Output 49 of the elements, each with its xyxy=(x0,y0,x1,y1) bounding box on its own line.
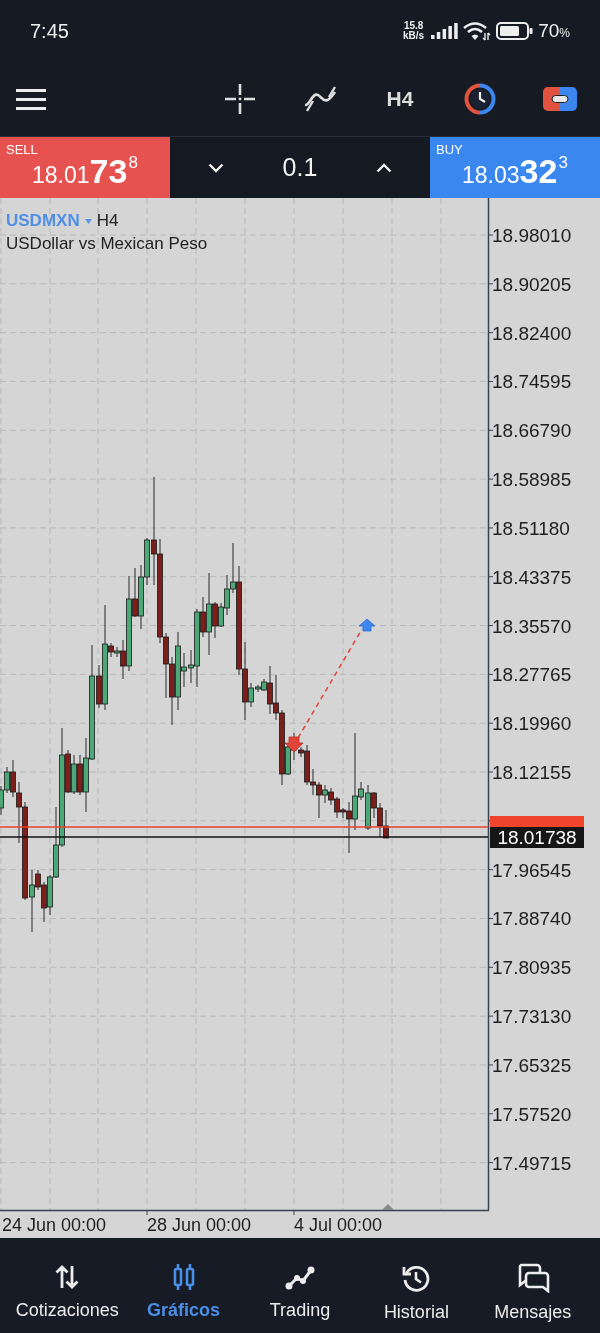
nav-tab[interactable]: Trading xyxy=(241,1238,359,1333)
nav-tab[interactable]: Gráficos xyxy=(125,1238,242,1333)
symbol-description: USDollar vs Mexican Peso xyxy=(6,234,208,254)
price-axis-label: 18.35570 xyxy=(492,615,572,637)
price-axis-label: 17.57520 xyxy=(492,1103,572,1125)
price-axis-label: 17.96545 xyxy=(492,859,572,881)
status-time: 7:45 xyxy=(30,19,69,43)
volume-field[interactable]: 0.1 xyxy=(276,151,324,184)
chevron-down-icon[interactable] xyxy=(208,162,224,173)
nav-tab[interactable]: Historial xyxy=(358,1238,475,1333)
price-axis-label: 17.65325 xyxy=(492,1054,572,1076)
scroll-marker-icon xyxy=(382,1204,394,1210)
wifi-icon xyxy=(463,21,492,41)
price-axis-label: 18.74595 xyxy=(492,371,572,393)
chevron-up-icon[interactable] xyxy=(376,162,392,173)
price-axis-label: 18.66790 xyxy=(492,420,572,442)
nav-tab[interactable]: Mensajes xyxy=(474,1238,591,1333)
price-axis-label: 18.90205 xyxy=(492,273,572,295)
signal-icon xyxy=(431,23,459,39)
menu-icon[interactable] xyxy=(16,88,46,110)
price-axis-label: 18.82400 xyxy=(492,322,572,344)
up-arrow-icon xyxy=(358,618,376,632)
price-axis-label: 17.73130 xyxy=(492,1006,572,1028)
timeframe-button[interactable]: H4 xyxy=(382,85,418,113)
clock-icon[interactable] xyxy=(464,83,496,115)
battery-icon xyxy=(496,22,534,40)
network-speed: 15.8 kB/s xyxy=(403,21,425,41)
down-arrow-icon xyxy=(284,736,304,753)
chart-timeframe: H4 xyxy=(96,211,119,231)
price-axis-label: 17.80935 xyxy=(492,957,572,979)
indicator-curve-icon[interactable] xyxy=(303,86,337,112)
price-axis-label: 17.88740 xyxy=(492,908,572,930)
time-axis-label: 28 Jun 00:00 xyxy=(147,1215,252,1235)
battery-percent: 70% xyxy=(538,20,570,42)
price-axis-label: 18.51180 xyxy=(492,517,570,539)
price-axis-label: 18.19960 xyxy=(492,713,572,735)
crosshair-icon[interactable] xyxy=(225,84,255,114)
time-axis-label: 4 Jul 00:00 xyxy=(294,1215,383,1235)
nav-tab[interactable]: Cotizaciones xyxy=(9,1238,126,1333)
price-axis-label: 18.12155 xyxy=(492,762,572,783)
history-icon xyxy=(401,1263,432,1293)
one-click-trading-icon[interactable] xyxy=(543,87,577,111)
price-axis-label: 18.98010 xyxy=(492,225,572,246)
price-axis-label: 18.27765 xyxy=(492,664,572,686)
time-axis-label: 24 Jun 00:00 xyxy=(2,1215,107,1235)
price-axis-label: 17.49715 xyxy=(492,1152,572,1174)
price-axis-label: 18.43375 xyxy=(492,566,572,588)
price-axis-label: 18.58985 xyxy=(492,469,572,491)
bid-price-tag: 18.01738 xyxy=(490,827,584,848)
